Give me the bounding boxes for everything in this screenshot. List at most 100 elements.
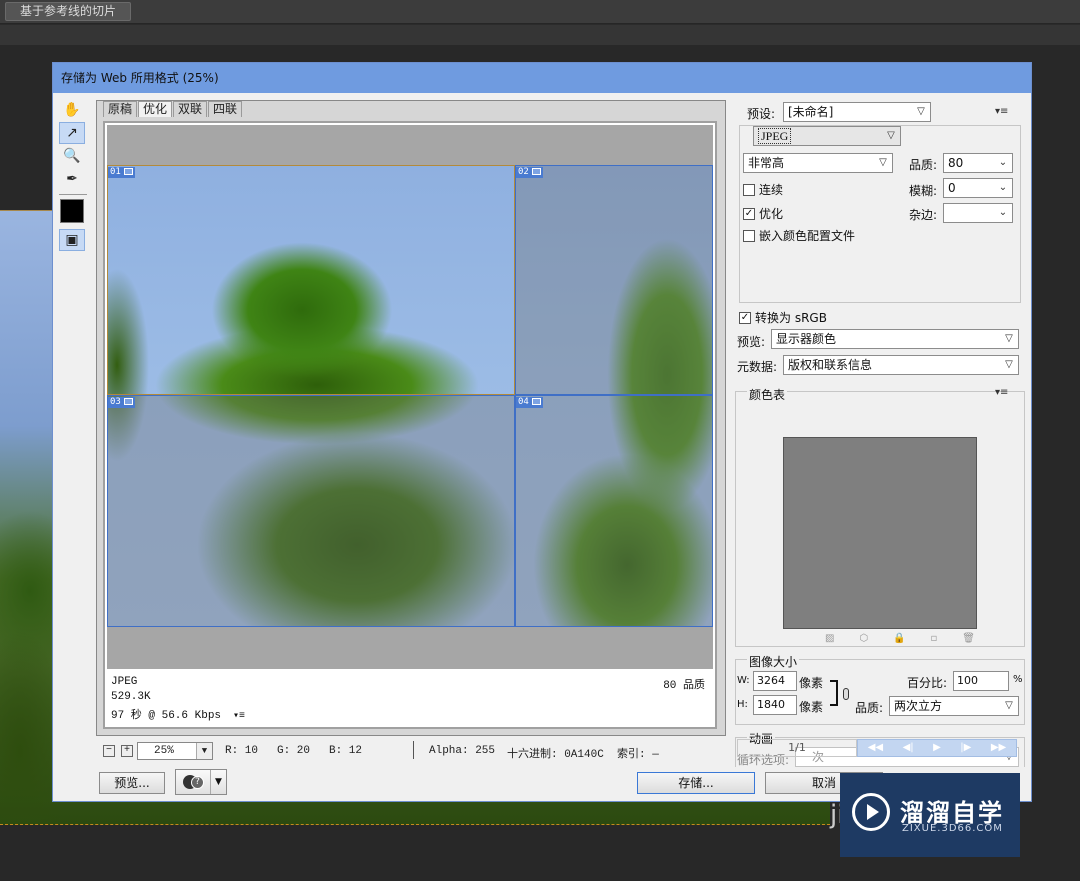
slice-border-04	[515, 395, 713, 627]
tab-optimized[interactable]: 优化	[138, 101, 173, 117]
height-unit: 像素	[799, 700, 824, 714]
percent-unit: %	[1013, 674, 1023, 685]
resample-quality-select[interactable]: 两次立方 ▽	[889, 696, 1019, 716]
next-frame-icon[interactable]: |▶	[960, 740, 971, 756]
color-table-title: 颜色表	[747, 386, 788, 403]
percent-input[interactable]: 100	[953, 671, 1009, 691]
matte-select[interactable]: ⌄	[943, 203, 1013, 223]
chevron-down-icon: ▽	[1005, 333, 1013, 344]
tab-4-up[interactable]: 四联	[208, 101, 243, 117]
slice-tag-02[interactable]: 02	[516, 167, 543, 178]
tab-2-up[interactable]: 双联	[173, 101, 208, 117]
browser-preview-button[interactable]: ? ▼	[175, 769, 227, 795]
progressive-checkbox[interactable]: 连续	[743, 181, 783, 198]
slice-select-tool-icon[interactable]: ↗	[59, 122, 85, 144]
metadata-label: 元数据:	[737, 360, 778, 374]
slice-from-guides-button[interactable]: 基于参考线的切片	[5, 2, 132, 21]
status-index: 索引: —	[617, 749, 659, 761]
chevron-down-icon: ▽	[879, 157, 887, 168]
tab-original[interactable]: 原稿	[103, 101, 138, 117]
status-divider	[413, 741, 414, 759]
zoom-out-button[interactable]: −	[103, 745, 115, 757]
checkbox-box[interactable]	[743, 229, 755, 242]
info-format: JPEG	[111, 676, 138, 688]
frame-counter: 1/1	[737, 739, 857, 757]
status-b: B: 12	[329, 745, 363, 757]
chevron-down-icon: ▽	[1005, 359, 1013, 370]
slice-mail-icon	[123, 398, 133, 405]
convert-srgb-checkbox[interactable]: ✓ 转换为 sRGB	[739, 309, 827, 326]
lock-color-icon[interactable]: 🔒	[893, 633, 905, 645]
map-to-transparent-icon[interactable]: ▨	[825, 633, 834, 645]
preview-mode-select[interactable]: 显示器颜色 ▽	[771, 329, 1019, 349]
slice-border-03	[107, 395, 515, 627]
delete-color-icon[interactable]: 🗑	[962, 633, 975, 645]
chevron-down-icon[interactable]: ▼	[210, 770, 226, 794]
preset-select[interactable]: [未命名] ▽	[783, 102, 931, 122]
background-guide-line	[0, 824, 830, 825]
chevron-down-icon: ▽	[917, 106, 925, 117]
preview-canvas[interactable]: 01 02 03 04 JPEG 529.3K 97 秒 @ 56.6 Kbps…	[103, 121, 717, 729]
preview-info-bar: JPEG 529.3K 97 秒 @ 56.6 Kbps ▾≡ 80 品质	[107, 671, 713, 725]
chevron-down-icon: ▽	[887, 130, 895, 141]
hand-tool-icon[interactable]: ✋	[59, 99, 85, 121]
zoom-select[interactable]: 25% ▼	[137, 742, 213, 760]
info-download-time: 97 秒 @ 56.6 Kbps ▾≡	[111, 710, 246, 722]
preview-mode-label: 预览:	[737, 335, 766, 349]
optimize-menu-icon[interactable]: ▾≡	[995, 106, 1008, 117]
width-label: W:	[737, 675, 750, 686]
constrain-bracket	[830, 680, 838, 706]
eyedropper-color-swatch[interactable]	[60, 199, 84, 223]
checkmark-icon[interactable]: ✓	[743, 207, 755, 220]
chevron-down-icon: ⌄	[998, 157, 1008, 168]
quality-input[interactable]: 80 ⌄	[943, 153, 1013, 173]
zoom-tool-icon[interactable]: 🔍	[59, 145, 85, 167]
width-unit: 像素	[799, 676, 824, 690]
save-for-web-dialog: 存储为 Web 所用格式 (25%) ✋ ↗ 🔍 ✒ ▣ 原稿 优化 双联 四联	[52, 62, 1032, 802]
slice-mail-icon	[123, 168, 133, 175]
web-shift-icon[interactable]: ⬡	[859, 633, 868, 645]
embed-color-profile-checkbox[interactable]: 嵌入颜色配置文件	[743, 227, 855, 244]
slice-tag-04[interactable]: 04	[516, 397, 543, 408]
metadata-select[interactable]: 版权和联系信息 ▽	[783, 355, 1019, 375]
first-frame-icon[interactable]: ◀◀	[868, 740, 883, 756]
link-icon[interactable]	[843, 688, 849, 700]
checkmark-icon[interactable]: ✓	[739, 311, 751, 324]
height-input[interactable]: 1840	[753, 695, 797, 715]
quality-label: 品质:	[909, 158, 938, 172]
last-frame-icon[interactable]: ▶▶	[991, 740, 1006, 756]
blur-label: 模糊:	[909, 184, 938, 198]
height-label: H:	[737, 699, 748, 710]
resample-quality-label: 品质:	[855, 701, 884, 715]
zoom-in-button[interactable]: +	[121, 745, 133, 757]
dialog-title[interactable]: 存储为 Web 所用格式 (25%)	[53, 63, 1031, 93]
play-icon[interactable]: ▶	[933, 740, 941, 756]
format-select[interactable]: JPEG ▽	[753, 126, 901, 146]
slice-tag-01[interactable]: 01	[108, 167, 135, 178]
download-speed-menu-icon[interactable]: ▾≡	[233, 711, 245, 722]
checkbox-box[interactable]	[743, 183, 755, 196]
width-input[interactable]: 3264	[753, 671, 797, 691]
save-button[interactable]: 存储...	[637, 772, 755, 794]
preview-button[interactable]: 预览...	[99, 772, 165, 794]
optimized-image-preview[interactable]: 01 02 03 04	[107, 165, 713, 627]
color-table-menu-icon[interactable]: ▾≡	[995, 387, 1008, 398]
optimized-checkbox[interactable]: ✓ 优化	[743, 205, 783, 222]
watermark: 溜溜自学 ZIXUE.3D66.COM	[840, 773, 1020, 857]
quality-level-select[interactable]: 非常高 ▽	[743, 153, 893, 173]
blur-input[interactable]: 0 ⌄	[943, 178, 1013, 198]
slice-mail-icon	[531, 168, 541, 175]
toggle-slices-visibility-icon[interactable]: ▣	[59, 229, 85, 251]
status-bar: − + 25% ▼ R: 10 G: 20 B: 12 Alpha: 255 十六…	[101, 741, 731, 761]
previous-frame-icon[interactable]: ◀|	[903, 740, 914, 756]
view-tabs: 原稿 优化 双联 四联	[97, 101, 725, 117]
slice-tag-03[interactable]: 03	[108, 397, 135, 408]
info-file-size: 529.3K	[111, 691, 151, 703]
tool-column: ✋ ↗ 🔍 ✒ ▣	[59, 99, 89, 252]
status-g: G: 20	[277, 745, 311, 757]
matte-label: 杂边:	[909, 208, 938, 222]
tool-divider	[59, 194, 87, 195]
new-color-icon[interactable]: ▫	[931, 633, 938, 645]
eyedropper-tool-icon[interactable]: ✒	[59, 168, 85, 190]
color-table-swatches[interactable]	[783, 437, 977, 629]
